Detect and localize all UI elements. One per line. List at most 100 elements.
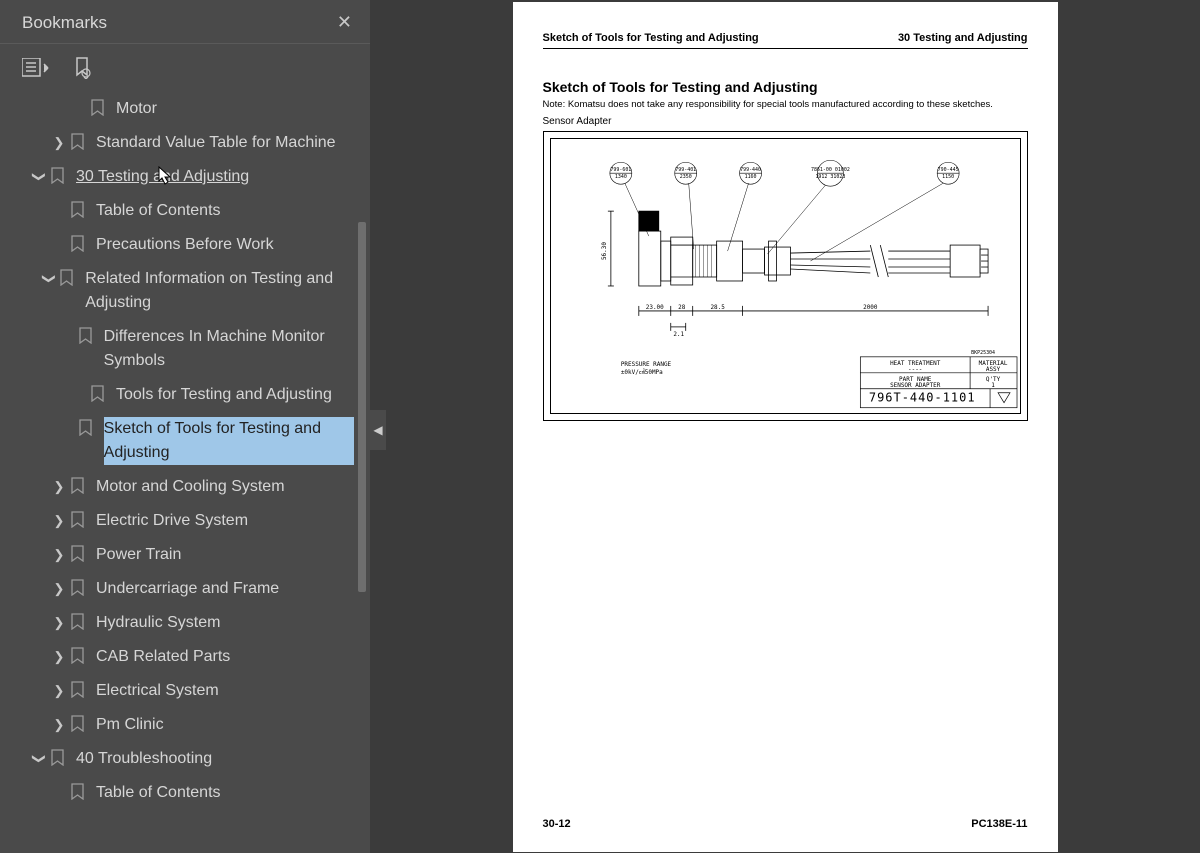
bookmark-icon <box>59 269 77 286</box>
bookmark-item[interactable]: Precautions Before Work <box>0 228 354 262</box>
collapse-sidebar-handle[interactable]: ◀ <box>370 410 386 450</box>
svg-text:1340: 1340 <box>614 174 626 180</box>
bookmark-icon <box>50 167 68 184</box>
bookmark-ribbon-icon[interactable] <box>68 54 96 82</box>
svg-text:1150: 1150 <box>942 174 954 180</box>
svg-text:56.30: 56.30 <box>600 242 607 260</box>
bookmark-item[interactable]: ❯ Standard Value Table for Machine <box>0 126 354 160</box>
bookmark-item[interactable]: ❯ Undercarriage and Frame <box>0 572 354 606</box>
bookmark-label: Table of Contents <box>96 784 229 801</box>
header-left: Sketch of Tools for Testing and Adjustin… <box>543 32 759 44</box>
svg-text:799-440: 799-440 <box>740 167 761 173</box>
svg-text:2.1: 2.1 <box>673 331 684 338</box>
bookmark-icon <box>78 419 96 436</box>
bookmark-label: Standard Value Table for Machine <box>96 134 344 151</box>
model-number: PC138E-11 <box>971 818 1027 830</box>
page-note: Note: Komatsu does not take any responsi… <box>543 99 1028 110</box>
bookmark-item[interactable]: ❯ Pm Clinic <box>0 708 354 742</box>
bookmark-icon <box>90 99 108 116</box>
bookmark-item[interactable]: ❯ 30 Testing and Adjusting <box>0 160 354 194</box>
bookmark-label: Undercarriage and Frame <box>96 580 287 597</box>
bookmark-item[interactable]: ❯40 Troubleshooting <box>0 742 354 776</box>
svg-text:1160: 1160 <box>744 174 756 180</box>
svg-text:28.5: 28.5 <box>710 304 725 311</box>
bookmark-icon <box>70 511 88 528</box>
bookmark-icon <box>70 235 88 252</box>
bookmark-label: 30 Testing and Adjusting <box>76 168 257 185</box>
bookmark-label: Sketch of Tools for Testing and Adjustin… <box>104 420 321 461</box>
document-viewport[interactable]: Sketch of Tools for Testing and Adjustin… <box>370 0 1200 853</box>
svg-text:1: 1 <box>991 382 995 389</box>
bookmark-icon <box>70 579 88 596</box>
bookmark-icon <box>70 201 88 218</box>
bookmark-item[interactable]: ❯Electric Drive System <box>0 504 354 538</box>
sensor-adapter-drawing: 799-6011340 799-4012350 799-4401160 7861… <box>551 139 1020 413</box>
bookmark-item[interactable]: Table of Contents <box>0 194 354 228</box>
svg-text:ASSY: ASSY <box>985 366 1000 373</box>
bookmark-label: Electrical System <box>96 682 227 699</box>
sidebar-header: Bookmarks ✕ <box>0 0 370 44</box>
bookmark-icon <box>70 613 88 630</box>
options-icon[interactable] <box>22 54 50 82</box>
bookmark-label: CAB Related Parts <box>96 648 238 665</box>
header-right: 30 Testing and Adjusting <box>898 32 1028 44</box>
bookmark-item[interactable]: ❯Hydraulic System <box>0 606 354 640</box>
svg-text:BKP25304: BKP25304 <box>971 350 995 356</box>
bookmark-icon <box>70 681 88 698</box>
bookmark-label: Motor <box>116 100 165 117</box>
svg-text:799-601: 799-601 <box>610 167 631 173</box>
svg-text:SENSOR ADAPTER: SENSOR ADAPTER <box>890 382 941 389</box>
chevron-right-icon[interactable]: ❯ <box>50 579 68 599</box>
diagram-label: Sensor Adapter <box>543 116 1028 127</box>
pdf-page: Sketch of Tools for Testing and Adjustin… <box>513 2 1058 852</box>
bookmark-item[interactable]: Motor <box>0 92 354 126</box>
chevron-down-icon[interactable]: ❯ <box>40 271 60 286</box>
sidebar-toolbar <box>0 44 370 92</box>
chevron-right-icon[interactable]: ❯ <box>50 511 68 531</box>
scrollbar[interactable] <box>356 92 366 853</box>
bookmark-item[interactable]: ❯ Electrical System <box>0 674 354 708</box>
bookmarks-tree[interactable]: Motor❯Standard Value Table for Machine❯ … <box>0 92 370 853</box>
bookmark-icon <box>78 327 96 344</box>
bookmark-label: Power Train <box>96 546 189 563</box>
bookmark-item[interactable]: Differences In Machine Monitor Symbols <box>0 320 354 378</box>
bookmark-item[interactable]: Tools for Testing and Adjusting <box>0 378 354 412</box>
chevron-right-icon[interactable]: ❯ <box>50 715 68 735</box>
svg-text:----: ---- <box>908 366 922 373</box>
chevron-down-icon[interactable]: ❯ <box>29 168 49 186</box>
chevron-down-icon[interactable]: ❯ <box>29 750 49 768</box>
bookmark-label: Pm Clinic <box>96 716 172 733</box>
bookmark-label: Differences In Machine Monitor Symbols <box>104 328 325 369</box>
svg-text:2000: 2000 <box>863 304 878 311</box>
technical-diagram: 799-6011340 799-4012350 799-4401160 7861… <box>543 131 1028 421</box>
bookmark-item[interactable]: ❯Related Information on Testing and Adju… <box>0 262 354 320</box>
bookmark-icon <box>90 385 108 402</box>
page-running-header: Sketch of Tools for Testing and Adjustin… <box>543 32 1028 49</box>
chevron-right-icon[interactable]: ❯ <box>50 647 68 667</box>
bookmark-icon <box>70 715 88 732</box>
svg-text:790-445: 790-445 <box>937 167 958 173</box>
bookmark-icon <box>70 647 88 664</box>
scrollbar-thumb[interactable] <box>358 222 366 592</box>
svg-text:796T-440-1101: 796T-440-1101 <box>868 391 975 405</box>
bookmark-item[interactable]: Sketch of Tools for Testing and Adjustin… <box>0 412 354 470</box>
svg-text:±0kV/㎠50MPa: ±0kV/㎠50MPa <box>620 368 662 376</box>
chevron-right-icon[interactable]: ❯ <box>50 613 68 633</box>
svg-text:799-401: 799-401 <box>675 167 696 173</box>
bookmark-icon <box>70 133 88 150</box>
bookmark-item[interactable]: ❯ CAB Related Parts <box>0 640 354 674</box>
bookmark-item[interactable]: ❯Motor and Cooling System <box>0 470 354 504</box>
svg-text:2350: 2350 <box>679 174 691 180</box>
close-icon[interactable]: ✕ <box>337 12 352 33</box>
chevron-right-icon[interactable]: ❯ <box>50 545 68 565</box>
bookmark-icon <box>50 749 68 766</box>
bookmark-item[interactable]: Table of Contents <box>0 776 354 810</box>
bookmark-icon <box>70 783 88 800</box>
chevron-right-icon[interactable]: ❯ <box>50 477 68 497</box>
svg-text:23.00: 23.00 <box>645 304 663 311</box>
chevron-right-icon[interactable]: ❯ <box>50 681 68 701</box>
bookmark-item[interactable]: ❯ Power Train <box>0 538 354 572</box>
bookmark-icon <box>70 545 88 562</box>
svg-text:PRESSURE RANGE: PRESSURE RANGE <box>620 361 671 368</box>
chevron-right-icon[interactable]: ❯ <box>50 133 68 153</box>
